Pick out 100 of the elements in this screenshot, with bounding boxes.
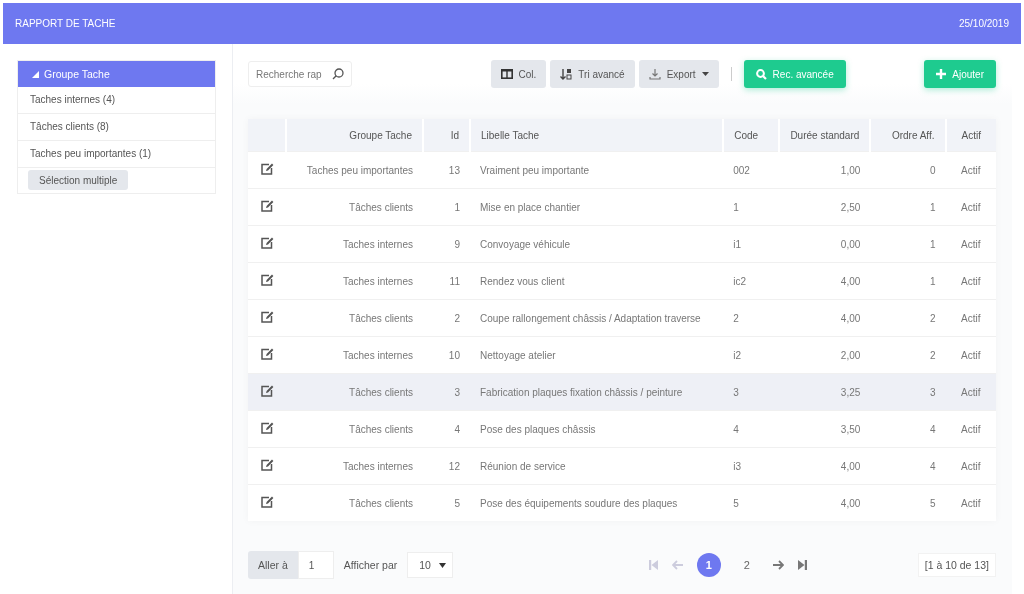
table-cell: 1 xyxy=(870,225,946,263)
caret-icon xyxy=(701,72,709,76)
triangle-icon xyxy=(32,70,39,78)
table-cell: 002 xyxy=(723,151,779,189)
sidebar-item[interactable]: Tâches clients (8) xyxy=(18,114,215,141)
search-icon xyxy=(755,68,767,80)
table-cell: 3 xyxy=(723,373,779,411)
table-cell: Tâches clients xyxy=(286,410,423,448)
edit-icon[interactable] xyxy=(260,200,274,212)
table-cell: 4,00 xyxy=(778,447,871,485)
group-header[interactable]: Groupe Tache xyxy=(18,61,215,87)
table-cell: 4 xyxy=(870,410,946,448)
next-arrow-icon[interactable] xyxy=(772,560,784,570)
table-cell: 4 xyxy=(870,447,946,485)
table-cell: 3,50 xyxy=(778,410,871,448)
table-cell: Actif xyxy=(945,299,996,337)
table-cell: 3 xyxy=(870,373,946,411)
table-cell: Réunion de service xyxy=(470,447,724,485)
table-cell: 1 xyxy=(870,188,946,226)
table-cell: Tâches clients xyxy=(286,484,423,521)
table-cell: Taches internes xyxy=(286,225,423,263)
table-cell: Rendez vous client xyxy=(470,262,724,300)
toolbar-button[interactable]: Export xyxy=(638,60,719,88)
toolbar-button[interactable]: Tri avancé xyxy=(550,60,635,88)
table-cell: 4 xyxy=(423,410,470,448)
per-page-select[interactable]: 10 xyxy=(407,552,454,578)
table-cell: Actif xyxy=(945,262,996,300)
table-cell: Actif xyxy=(945,484,996,521)
table-cell: Mise en place chantier xyxy=(470,188,724,226)
table-cell: 1 xyxy=(870,262,946,300)
table-cell: 2 xyxy=(723,299,779,337)
column-header[interactable]: Ordre Aff. xyxy=(870,119,946,152)
table-cell: Taches internes xyxy=(286,262,423,300)
column-header[interactable]: Code xyxy=(723,119,779,152)
table-cell: Actif xyxy=(945,151,996,189)
table-cell: 4,00 xyxy=(778,262,871,300)
edit-icon[interactable] xyxy=(260,237,274,249)
table-cell: Actif xyxy=(945,225,996,263)
table-cell: i1 xyxy=(723,225,779,263)
table-cell: 4,00 xyxy=(778,299,871,337)
table-cell: ic2 xyxy=(723,262,779,300)
table-cell: Tâches clients xyxy=(286,299,423,337)
table-cell: Pose des plaques châssis xyxy=(470,410,724,448)
page-button[interactable]: 1 xyxy=(696,553,721,577)
page-input[interactable]: 1 xyxy=(297,551,334,579)
table-cell: 2 xyxy=(423,299,470,337)
per-page-label: Afficher par xyxy=(343,559,398,571)
column-header[interactable]: Actif xyxy=(945,119,996,152)
edit-icon[interactable] xyxy=(260,163,274,175)
table-cell: 1 xyxy=(423,188,470,226)
table-cell: 0,00 xyxy=(778,225,871,263)
table-cell: 5 xyxy=(723,484,779,521)
date-label: 25/10/2019 xyxy=(958,18,1009,29)
table-cell: i3 xyxy=(723,447,779,485)
multi-select-button[interactable]: Sélection multiple xyxy=(28,170,129,190)
table-cell: 1,00 xyxy=(778,151,871,189)
table-cell: 9 xyxy=(423,225,470,263)
table-cell: 11 xyxy=(423,262,470,300)
edit-icon[interactable] xyxy=(260,496,274,508)
page-button[interactable]: 2 xyxy=(734,553,759,577)
sidebar-item[interactable]: Taches internes (4) xyxy=(18,87,215,114)
column-header[interactable]: Groupe Tache xyxy=(286,119,423,152)
table-cell: 4 xyxy=(723,410,779,448)
edit-icon[interactable] xyxy=(260,274,274,286)
edit-icon[interactable] xyxy=(260,459,274,471)
edit-icon[interactable] xyxy=(260,422,274,434)
table-cell: 5 xyxy=(423,484,470,521)
column-header[interactable]: Id xyxy=(423,119,470,152)
table-cell: 2 xyxy=(870,299,946,337)
table-cell: 3,25 xyxy=(778,373,871,411)
page-title: RAPPORT DE TACHE xyxy=(15,18,116,29)
sidebar-item[interactable]: Taches peu importantes (1) xyxy=(18,141,215,168)
table-cell: 3 xyxy=(423,373,470,411)
sort-icon xyxy=(560,68,573,80)
table-cell: 0 xyxy=(870,151,946,189)
search-icon xyxy=(332,68,344,80)
download-icon xyxy=(648,68,661,80)
toolbar-button[interactable]: Col. xyxy=(490,60,547,88)
table-cell: Actif xyxy=(945,410,996,448)
table-cell: Vraiment peu importante xyxy=(470,151,724,189)
last-page-icon[interactable] xyxy=(797,560,807,570)
table-cell: 13 xyxy=(423,151,470,189)
table-cell: Tâches clients xyxy=(286,188,423,226)
table-cell: 2,50 xyxy=(778,188,871,226)
table-cell: Actif xyxy=(945,447,996,485)
plus-icon xyxy=(936,69,947,79)
table-cell: Pose des équipements soudure des plaques xyxy=(470,484,724,521)
column-header[interactable]: Libelle Tache xyxy=(470,119,724,152)
table-cell: Fabrication plaques fixation châssis / peinture xyxy=(470,373,724,411)
edit-icon[interactable] xyxy=(260,311,274,323)
columns-icon xyxy=(500,69,513,79)
table-cell: Convoyage véhicule xyxy=(470,225,724,263)
search-field[interactable]: Recherche rap xyxy=(248,61,352,87)
edit-icon[interactable] xyxy=(260,385,274,397)
table-cell: 4,00 xyxy=(778,484,871,521)
edit-icon[interactable] xyxy=(260,348,274,360)
goto-label: Aller à xyxy=(248,551,298,579)
table-cell: Coupe rallongement châssis / Adaptation traverse xyxy=(470,299,724,337)
table-cell: Taches peu importantes xyxy=(286,151,423,189)
column-header[interactable]: Durée standard xyxy=(778,119,871,152)
